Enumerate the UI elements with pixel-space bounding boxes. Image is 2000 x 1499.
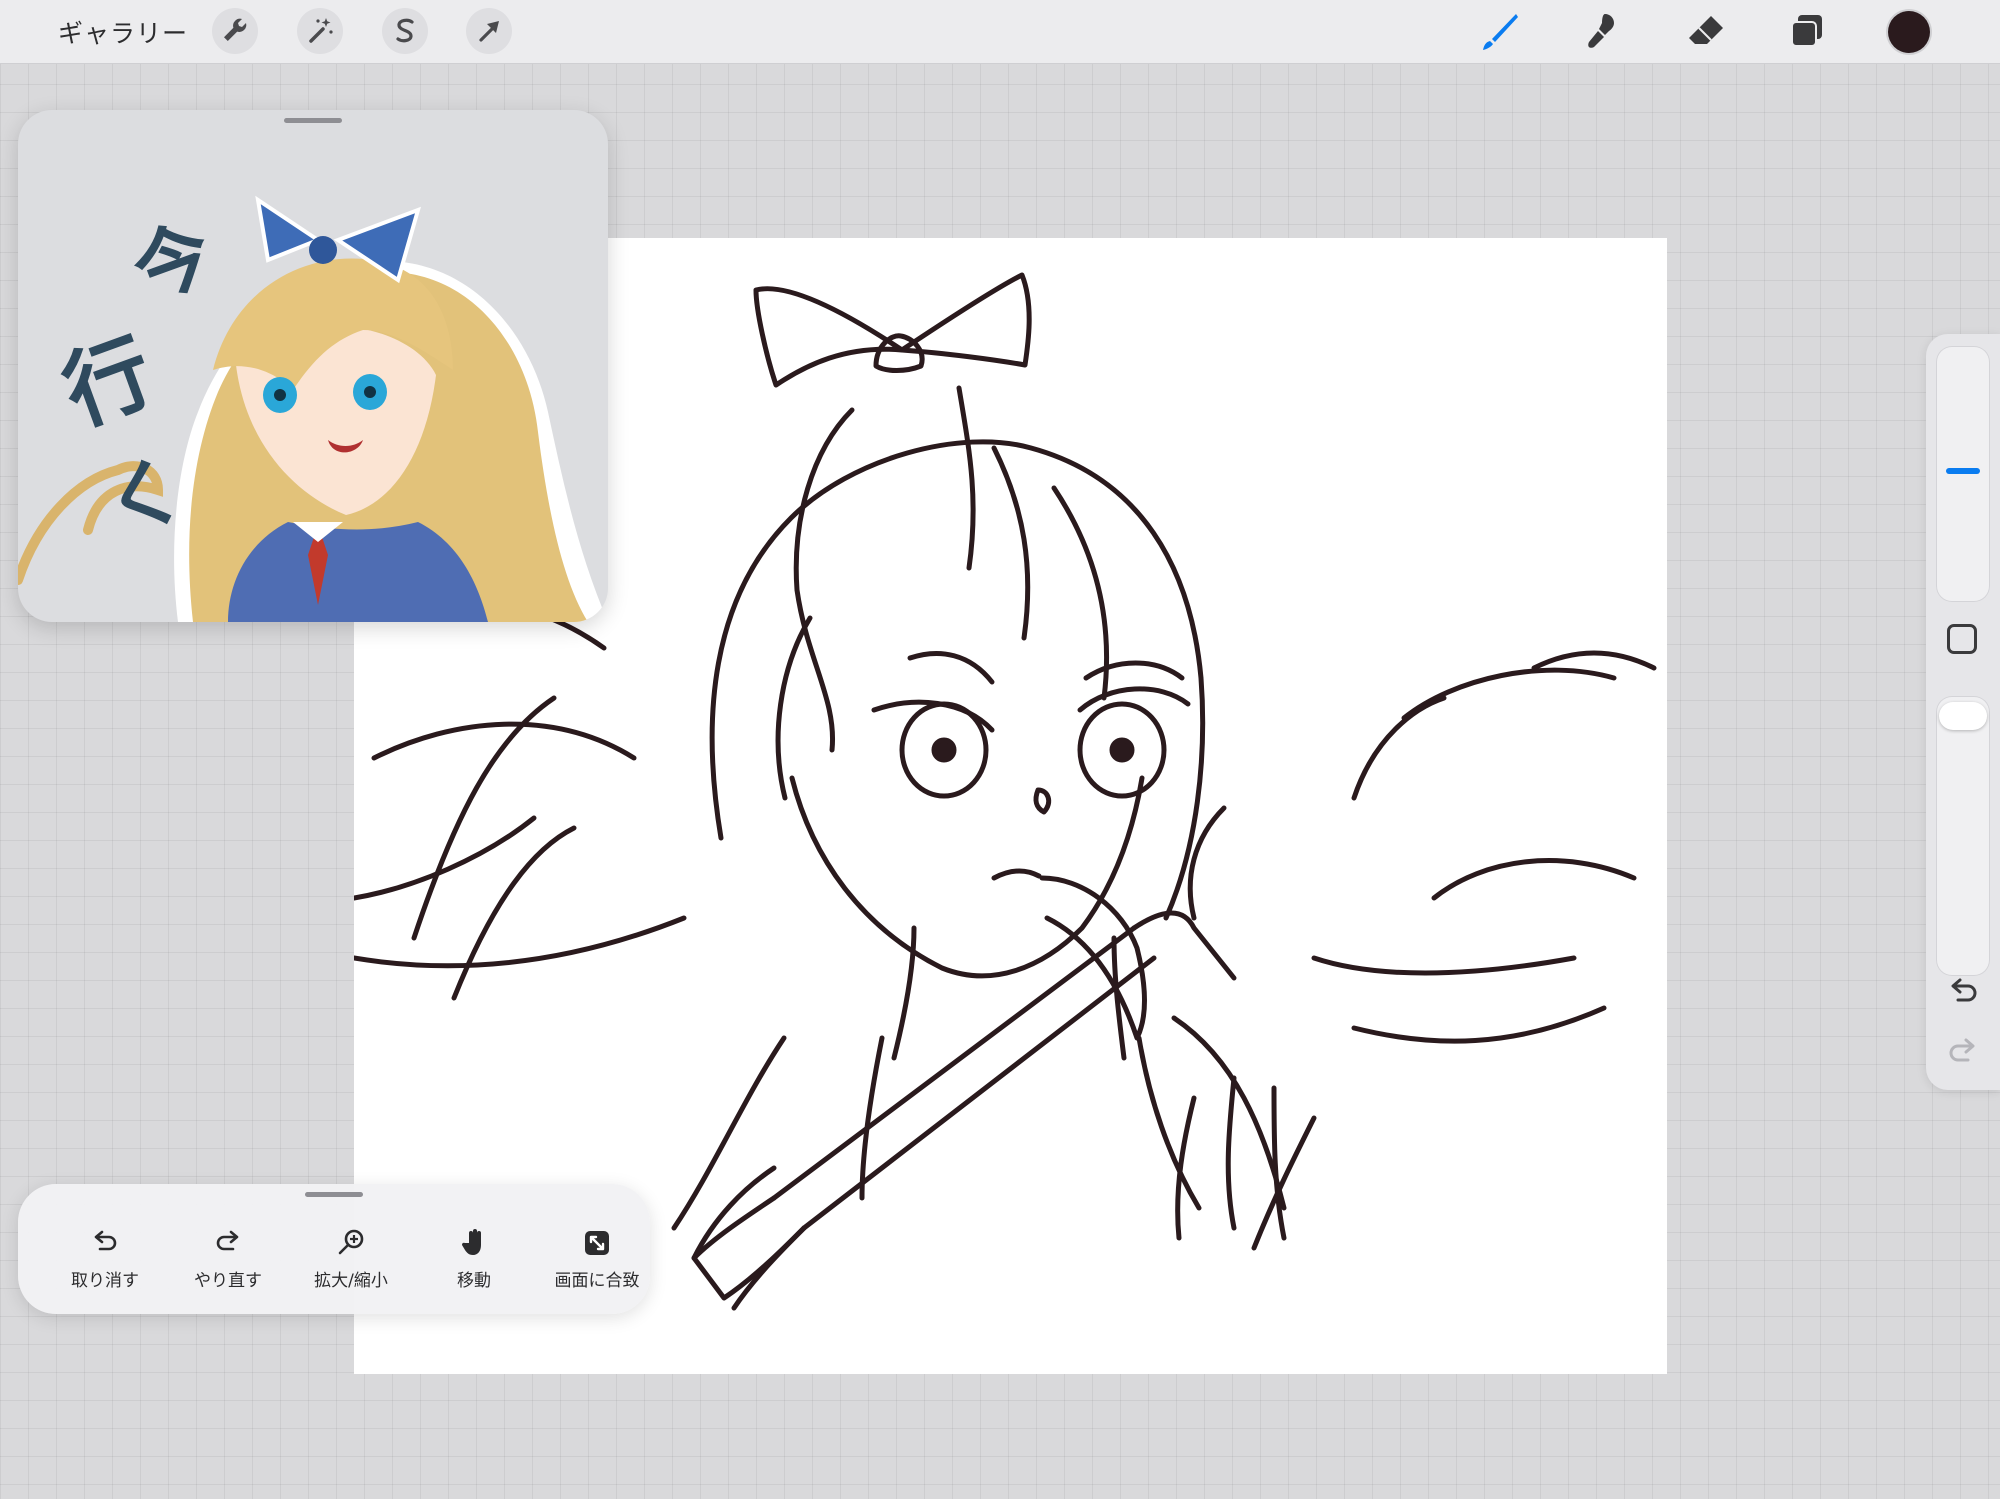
gallery-button[interactable]: ギャラリー [58,14,188,50]
quick-move-button[interactable]: 移動 [414,1226,534,1291]
undo-icon [94,1230,117,1251]
sidebar-undo-button[interactable] [1944,974,1982,1012]
reference-image: 今 行 く [18,195,608,622]
smudge-icon [1588,14,1614,48]
quick-redo-label: やり直す [194,1271,262,1291]
modify-button[interactable] [1947,624,1977,654]
quick-menu: 取り消す やり直す 拡大/縮小 移動 画面に合致 [18,1184,650,1314]
brush-opacity-thumb[interactable] [1939,702,1987,730]
quick-undo-button[interactable]: 取り消す [45,1226,165,1291]
brush-sidebar [1926,334,2000,1090]
brush-size-slider[interactable] [1936,346,1990,602]
reference-window[interactable]: 今 行 く [18,110,608,622]
eraser-tool-button[interactable] [1681,8,1729,56]
brush-opacity-slider[interactable] [1936,696,1990,976]
fit-screen-icon [585,1231,609,1255]
selection-s-icon [396,18,414,43]
arrow-cursor-icon [479,21,499,42]
reference-text-line-2: 行 [51,321,166,444]
brush-icon [1483,14,1518,50]
layers-tool-button[interactable] [1783,8,1831,56]
quick-fit-screen-label: 画面に合致 [554,1271,640,1291]
quick-undo-label: 取り消す [71,1271,139,1291]
magic-wand-icon [309,18,333,43]
sidebar-redo-button[interactable] [1944,1034,1982,1072]
smudge-tool-button[interactable] [1578,8,1626,56]
eraser-icon [1689,16,1723,44]
quick-zoom-label: 拡大/縮小 [314,1271,388,1291]
quick-menu-grab-handle[interactable] [305,1192,363,1197]
selection-button[interactable] [382,8,428,54]
quick-redo-button[interactable]: やり直す [168,1226,288,1291]
top-toolbar: ギャラリー [0,0,2000,64]
transform-button[interactable] [466,8,512,54]
reference-text-line-1: 今 [122,207,224,317]
color-swatch-button[interactable] [1888,11,1930,53]
zoom-icon [338,1229,364,1255]
undo-icon [1951,978,1977,1002]
wrench-icon [224,18,247,41]
adjustments-button[interactable] [297,8,343,54]
quick-move-label: 移動 [457,1271,491,1291]
brush-tool-button[interactable] [1475,8,1523,56]
redo-icon [1949,1038,1975,1062]
hand-icon [461,1229,481,1255]
redo-icon [216,1230,239,1251]
brush-size-thumb[interactable] [1946,468,1980,474]
quick-fit-screen-button[interactable]: 画面に合致 [537,1226,657,1291]
reference-grab-handle[interactable] [284,118,342,123]
actions-button[interactable] [212,8,258,54]
layers-icon [1791,15,1822,47]
quick-zoom-button[interactable]: 拡大/縮小 [291,1226,411,1291]
